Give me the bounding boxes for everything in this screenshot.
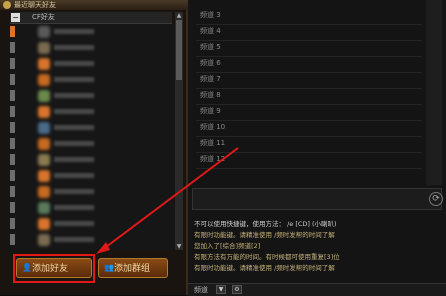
pointer-arrow [96, 147, 239, 254]
